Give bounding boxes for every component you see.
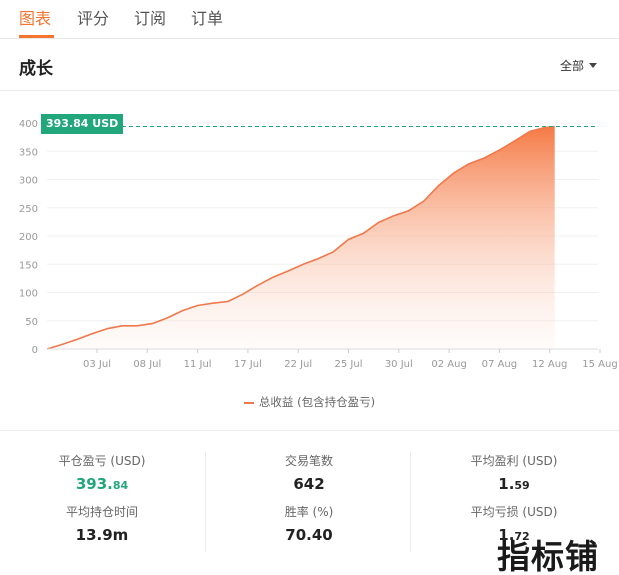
stat-avg-hold-time: 平均持仓时间 13.9m <box>42 503 162 544</box>
stat-label: 平均盈利 (USD) <box>470 454 558 468</box>
x-tick-label: 11 Jul <box>184 359 212 370</box>
tab-bar: 图表 评分 订阅 订单 <box>0 0 619 39</box>
column-separator <box>410 452 411 552</box>
y-tick-label: 300 <box>19 176 38 187</box>
chart-legend[interactable]: 总收益 (包含持仓盈亏) <box>0 394 619 410</box>
stat-label: 交易笔数 <box>284 454 333 468</box>
stat-label: 平均亏损 (USD) <box>470 505 558 519</box>
x-tick-label: 22 Jul <box>284 359 312 370</box>
stat-value: 393.84 <box>75 475 129 493</box>
y-tick-label: 400 <box>19 119 38 130</box>
x-tick-label: 17 Jul <box>234 359 262 370</box>
y-tick-label: 50 <box>25 317 38 328</box>
section-header: 成长 全部 <box>0 39 619 91</box>
current-value-tag: 393.84 USD <box>41 114 124 134</box>
stat-win-rate: 胜率 (%) 70.40 <box>249 503 369 544</box>
x-tick-label: 02 Aug <box>431 359 466 370</box>
x-tick-label: 15 Aug <box>582 359 617 370</box>
caret-down-icon <box>589 63 597 68</box>
stat-value: 642 <box>293 475 325 493</box>
watermark-logo: 指标铺 <box>497 537 599 575</box>
stat-value: 1.59 <box>498 475 530 493</box>
section-title: 成长 <box>19 59 53 79</box>
y-tick-label: 250 <box>19 204 38 215</box>
x-tick-label: 30 Jul <box>385 359 413 370</box>
x-tick-label: 07 Aug <box>482 359 517 370</box>
x-tick-label: 08 Jul <box>133 359 161 370</box>
stat-label: 胜率 (%) <box>284 505 334 519</box>
x-tick-label: 03 Jul <box>83 359 111 370</box>
stat-label: 平均持仓时间 <box>65 505 138 519</box>
range-dropdown[interactable]: 全部 <box>560 57 597 74</box>
stat-value: 13.9m <box>75 526 129 544</box>
y-tick-label: 350 <box>19 147 38 158</box>
tab-rating[interactable]: 评分 <box>77 5 109 29</box>
legend-label: 总收益 (包含持仓盈亏) <box>258 395 376 409</box>
x-tick-label: 25 Jul <box>335 359 363 370</box>
stat-label: 平仓盈亏 (USD) <box>58 454 146 468</box>
tab-orders[interactable]: 订单 <box>191 5 223 29</box>
y-tick-label: 0 <box>32 345 38 356</box>
stat-closed-pnl: 平仓盈亏 (USD) 393.84 <box>42 452 162 493</box>
growth-chart-svg: 0 50 100 150 200 250 300 350 400 03 Jul 08 Jul 11 J… <box>19 119 618 370</box>
column-separator <box>205 452 206 552</box>
tab-chart[interactable]: 图表 <box>19 5 51 29</box>
y-tick-label: 200 <box>19 232 38 243</box>
y-tick-label: 150 <box>19 260 38 271</box>
tab-subscribe[interactable]: 订阅 <box>134 5 166 29</box>
stat-avg-profit: 平均盈利 (USD) 1.59 <box>454 452 574 493</box>
range-dropdown-label: 全部 <box>559 59 584 73</box>
stats-divider <box>0 430 619 431</box>
active-tab-indicator <box>19 35 54 38</box>
growth-chart: 0 50 100 150 200 250 300 350 400 03 Jul 08 Jul 11 J… <box>0 92 619 432</box>
stat-value: 70.40 <box>285 526 333 544</box>
y-tick-label: 100 <box>19 289 38 300</box>
stat-trade-count: 交易笔数 642 <box>249 452 369 493</box>
x-tick-label: 12 Aug <box>532 359 567 370</box>
legend-swatch <box>243 401 254 404</box>
